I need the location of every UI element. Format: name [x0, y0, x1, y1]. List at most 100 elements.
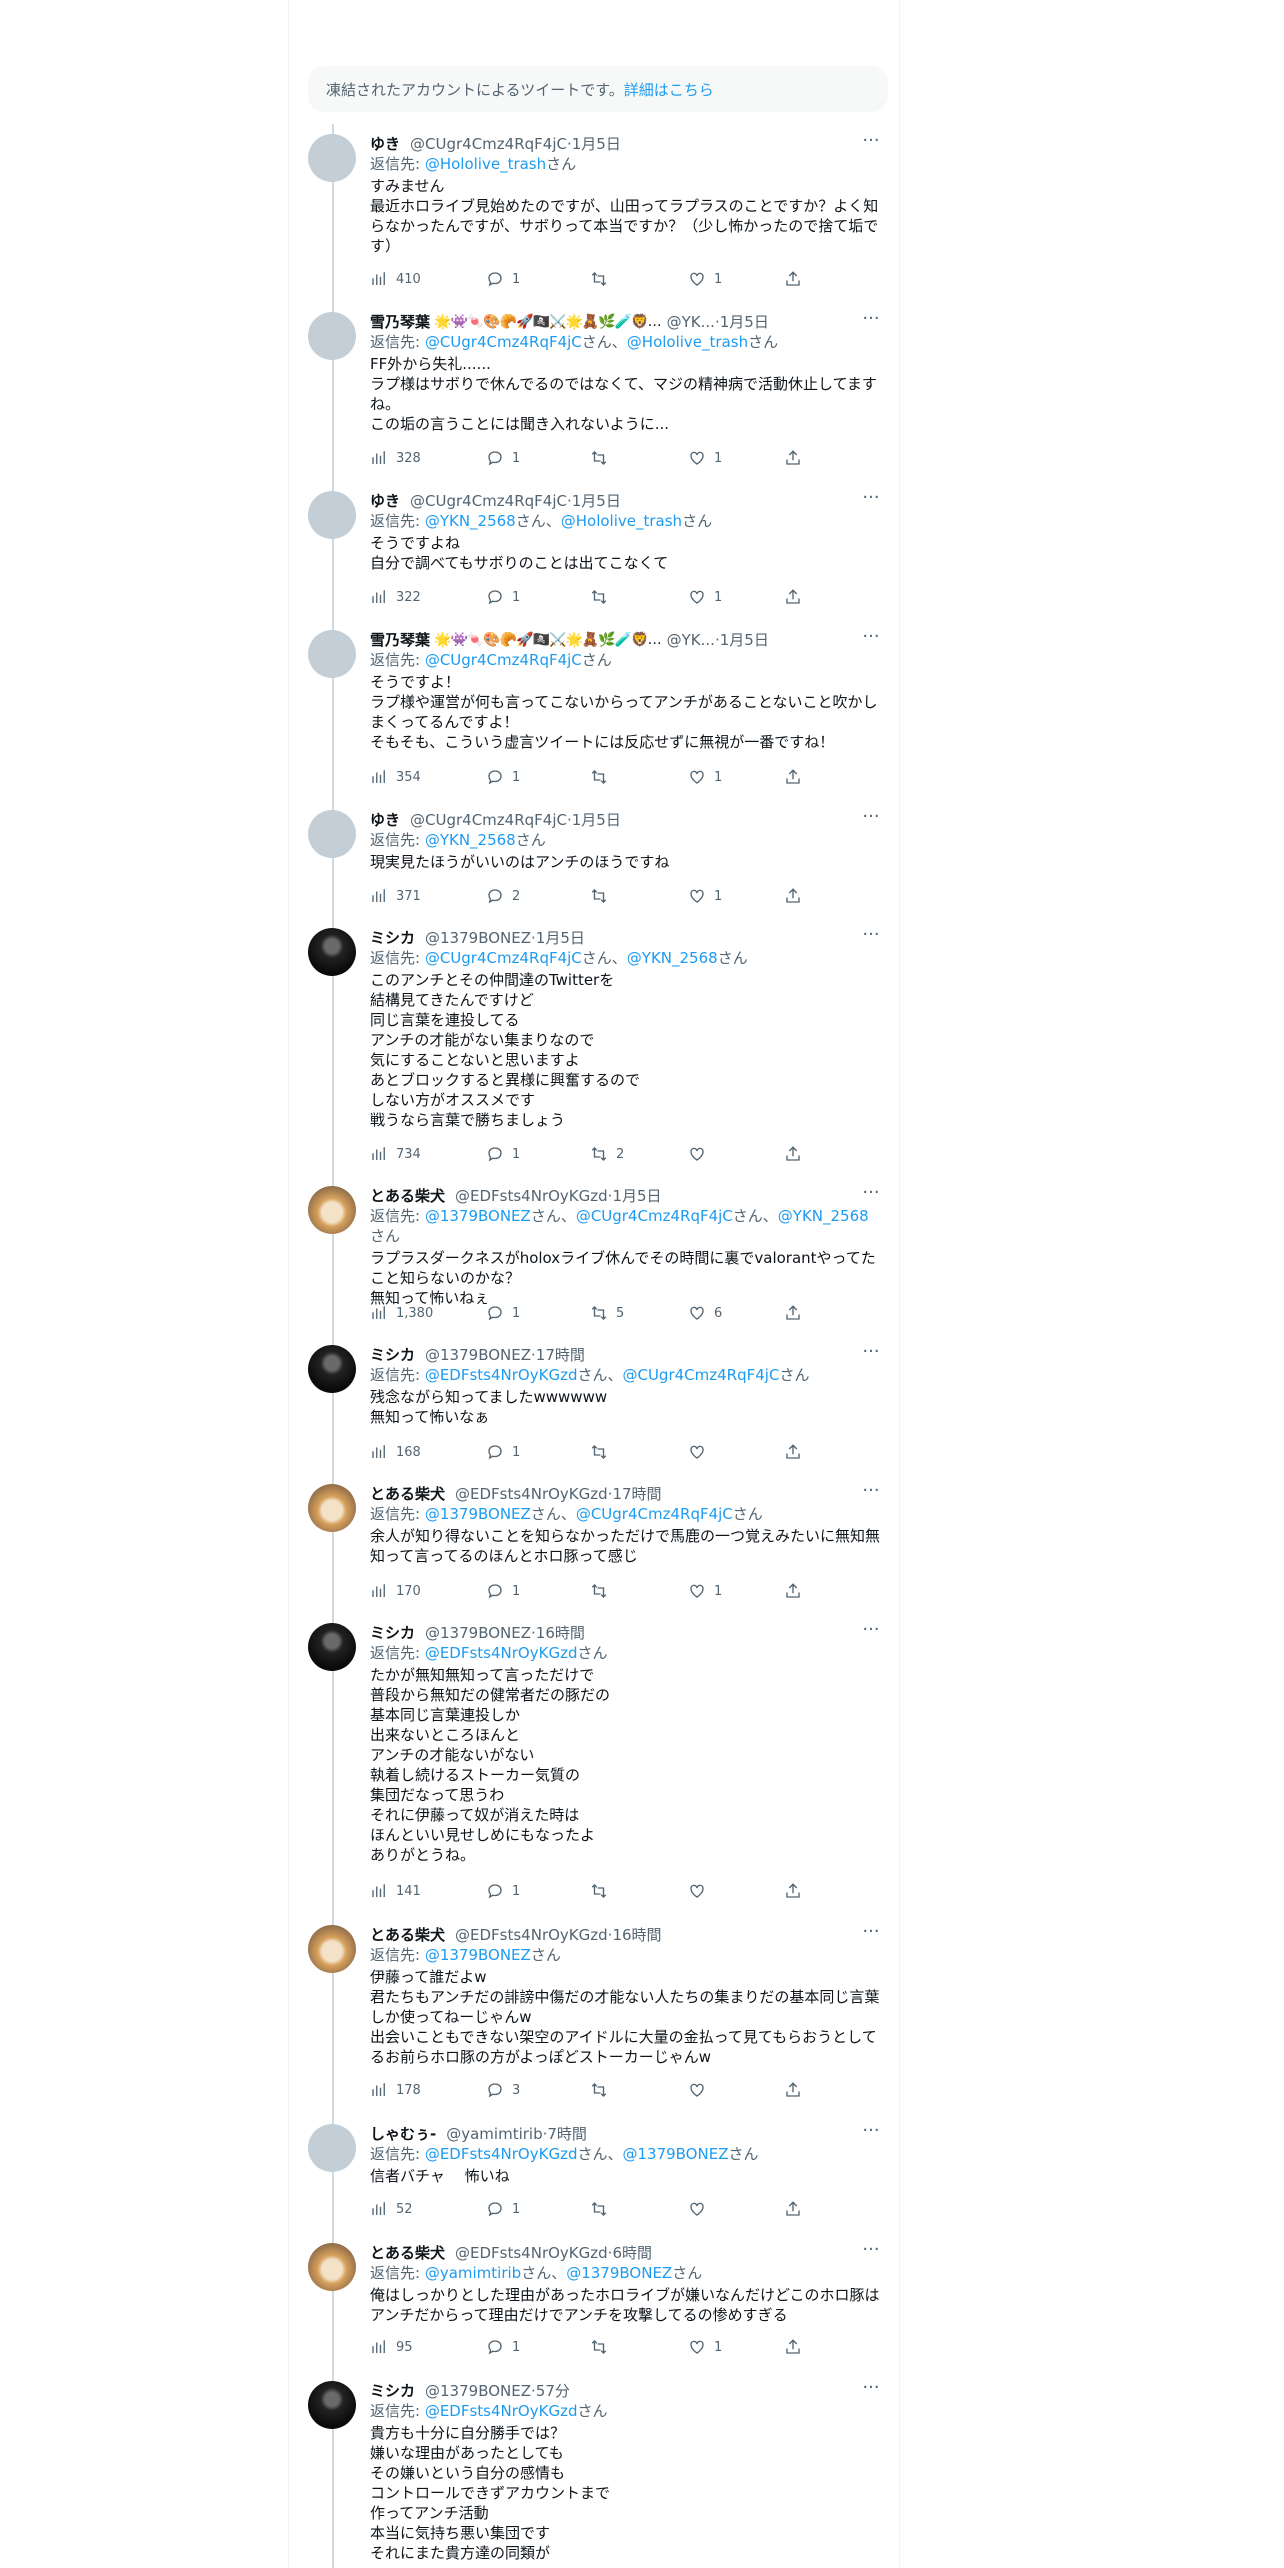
tweet-timestamp[interactable]: 1月5日 — [572, 810, 621, 830]
mention-link[interactable]: @1379BONEZ — [425, 1946, 531, 1964]
notice-details-link[interactable]: 詳細はこちら — [624, 79, 714, 100]
like-button[interactable]: 1 — [688, 588, 722, 606]
share-button[interactable] — [784, 1582, 802, 1600]
display-name[interactable]: ミシカ — [370, 928, 415, 948]
views-button[interactable]: 170 — [370, 1582, 421, 1600]
tweet-timestamp[interactable]: 17時間 — [536, 1345, 585, 1365]
views-button[interactable]: 95 — [370, 2338, 413, 2356]
user-handle[interactable]: @EDFsts4NrOyKGzd — [455, 1925, 608, 1945]
mention-link[interactable]: @EDFsts4NrOyKGzd — [425, 1644, 578, 1662]
avatar[interactable] — [308, 491, 356, 539]
like-button[interactable]: 1 — [688, 768, 722, 786]
mention-link[interactable]: @YKN_2568 — [425, 512, 516, 530]
retweet-button[interactable] — [590, 449, 616, 467]
like-button[interactable] — [688, 2081, 714, 2099]
mention-link[interactable]: @CUgr4Cmz4RqF4jC — [425, 333, 582, 351]
user-handle[interactable]: @EDFsts4NrOyKGzd — [455, 2243, 608, 2263]
tweet-timestamp[interactable]: 1月5日 — [720, 312, 769, 332]
user-handle[interactable]: @CUgr4Cmz4RqF4jC — [410, 810, 567, 830]
avatar[interactable] — [308, 2124, 356, 2172]
tweet-timestamp[interactable]: 57分 — [536, 2381, 570, 2401]
views-button[interactable]: 322 — [370, 588, 421, 606]
mention-link[interactable]: @Hololive_trash — [561, 512, 682, 530]
views-button[interactable]: 328 — [370, 449, 421, 467]
reply-button[interactable]: 1 — [486, 1145, 520, 1163]
views-button[interactable]: 52 — [370, 2200, 413, 2218]
retweet-button[interactable]: 2 — [590, 1145, 624, 1163]
user-handle[interactable]: @CUgr4Cmz4RqF4jC — [410, 134, 567, 154]
retweet-button[interactable]: 5 — [590, 1304, 624, 1322]
mention-link[interactable]: @Hololive_trash — [425, 155, 546, 173]
mention-link[interactable]: @1379BONEZ — [425, 1207, 531, 1225]
mention-link[interactable]: @YKN_2568 — [627, 949, 718, 967]
more-options-icon[interactable]: ··· — [860, 1343, 882, 1365]
avatar[interactable] — [308, 1925, 356, 1973]
retweet-button[interactable] — [590, 2338, 616, 2356]
mention-link[interactable]: @EDFsts4NrOyKGzd — [425, 2402, 578, 2420]
views-button[interactable]: 734 — [370, 1145, 421, 1163]
more-options-icon[interactable]: ··· — [860, 1482, 882, 1504]
user-handle[interactable]: @1379BONEZ — [425, 1345, 531, 1365]
display-name[interactable]: とある柴犬 — [370, 1186, 445, 1206]
user-handle[interactable]: @YK... — [667, 630, 715, 650]
retweet-button[interactable] — [590, 768, 616, 786]
reply-button[interactable]: 1 — [486, 2338, 520, 2356]
avatar[interactable] — [308, 134, 356, 182]
display-name[interactable]: ミシカ — [370, 1345, 415, 1365]
views-button[interactable]: 168 — [370, 1443, 421, 1461]
mention-link[interactable]: @EDFsts4NrOyKGzd — [425, 1366, 578, 1384]
retweet-button[interactable] — [590, 588, 616, 606]
retweet-button[interactable] — [590, 1443, 616, 1461]
reply-button[interactable]: 1 — [486, 768, 520, 786]
user-handle[interactable]: @1379BONEZ — [425, 2381, 531, 2401]
reply-button[interactable]: 1 — [486, 1582, 520, 1600]
like-button[interactable] — [688, 1882, 714, 1900]
reply-button[interactable]: 1 — [486, 1882, 520, 1900]
views-button[interactable]: 1,380 — [370, 1304, 433, 1322]
retweet-button[interactable] — [590, 887, 616, 905]
share-button[interactable] — [784, 768, 802, 786]
display-name[interactable]: とある柴犬 — [370, 1484, 445, 1504]
mention-link[interactable]: @CUgr4Cmz4RqF4jC — [425, 651, 582, 669]
mention-link[interactable]: @Hololive_trash — [627, 333, 748, 351]
views-button[interactable]: 410 — [370, 270, 421, 288]
tweet-timestamp[interactable]: 1月5日 — [612, 1186, 661, 1206]
share-button[interactable] — [784, 1145, 802, 1163]
avatar[interactable] — [308, 1484, 356, 1532]
more-options-icon[interactable]: ··· — [860, 808, 882, 830]
display-name[interactable]: しゃむぅ- — [370, 2124, 436, 2144]
avatar[interactable] — [308, 928, 356, 976]
share-button[interactable] — [784, 1882, 802, 1900]
like-button[interactable] — [688, 2200, 714, 2218]
reply-button[interactable]: 1 — [486, 270, 520, 288]
tweet-timestamp[interactable]: 6時間 — [612, 2243, 652, 2263]
mention-link[interactable]: @1379BONEZ — [622, 2145, 728, 2163]
mention-link[interactable]: @CUgr4Cmz4RqF4jC — [425, 949, 582, 967]
like-button[interactable]: 1 — [688, 887, 722, 905]
tweet-timestamp[interactable]: 1月5日 — [572, 134, 621, 154]
more-options-icon[interactable]: ··· — [860, 926, 882, 948]
retweet-button[interactable] — [590, 2200, 616, 2218]
tweet-timestamp[interactable]: 17時間 — [612, 1484, 661, 1504]
mention-link[interactable]: @yamimtirib — [425, 2264, 521, 2282]
mention-link[interactable]: @CUgr4Cmz4RqF4jC — [622, 1366, 779, 1384]
views-button[interactable]: 354 — [370, 768, 421, 786]
user-handle[interactable]: @yamimtirib — [446, 2124, 542, 2144]
more-options-icon[interactable]: ··· — [860, 1184, 882, 1206]
share-button[interactable] — [784, 887, 802, 905]
more-options-icon[interactable]: ··· — [860, 489, 882, 511]
avatar[interactable] — [308, 2381, 356, 2429]
mention-link[interactable]: @YKN_2568 — [778, 1207, 869, 1225]
more-options-icon[interactable]: ··· — [860, 1923, 882, 1945]
mention-link[interactable]: @CUgr4Cmz4RqF4jC — [576, 1505, 733, 1523]
like-button[interactable] — [688, 1443, 714, 1461]
like-button[interactable]: 1 — [688, 270, 722, 288]
user-handle[interactable]: @EDFsts4NrOyKGzd — [455, 1484, 608, 1504]
retweet-button[interactable] — [590, 2081, 616, 2099]
retweet-button[interactable] — [590, 1882, 616, 1900]
avatar[interactable] — [308, 1186, 356, 1234]
retweet-button[interactable] — [590, 1582, 616, 1600]
avatar[interactable] — [308, 1345, 356, 1393]
user-handle[interactable]: @1379BONEZ — [425, 1623, 531, 1643]
share-button[interactable] — [784, 2081, 802, 2099]
